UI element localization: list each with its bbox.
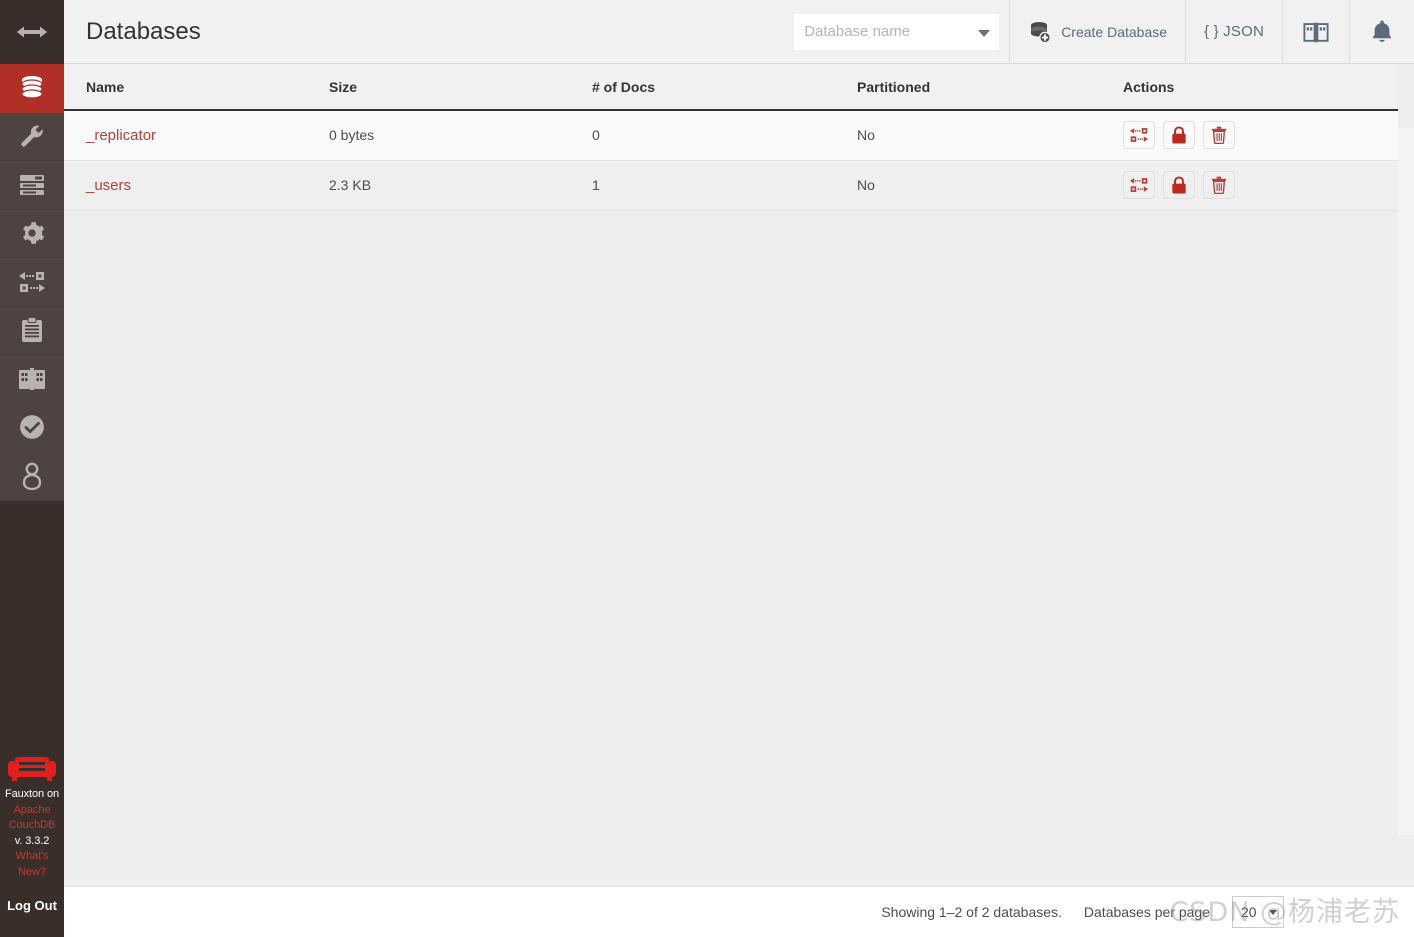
permissions-lock-icon bbox=[1172, 126, 1186, 144]
json-label: { } JSON bbox=[1204, 23, 1264, 40]
delete-trash-icon bbox=[1211, 176, 1227, 194]
cell-partitioned: No bbox=[857, 110, 1123, 161]
col-header-actions: Actions bbox=[1123, 64, 1398, 111]
replicate-button[interactable] bbox=[1123, 171, 1155, 199]
fauxton-app: Fauxton on Apache CouchDB v. 3.3.2 What'… bbox=[0, 0, 1414, 937]
page-title: Databases bbox=[86, 17, 201, 45]
main-area: Databases Create Database bbox=[64, 0, 1414, 937]
documentation-button[interactable] bbox=[1283, 0, 1350, 63]
sidebar-item-configuration[interactable] bbox=[0, 209, 64, 258]
table-row: _users 2.3 KB 1 No bbox=[64, 160, 1398, 211]
sidebar-item-active-tasks[interactable] bbox=[0, 161, 64, 210]
delete-button[interactable] bbox=[1203, 121, 1235, 150]
brand-product: Fauxton on bbox=[4, 788, 60, 800]
whats-new-link[interactable]: What's New? bbox=[4, 849, 60, 880]
sidebar-item-verify[interactable] bbox=[0, 403, 64, 452]
per-page-label: Databases per page bbox=[1083, 904, 1210, 920]
replicate-icon bbox=[1130, 128, 1148, 143]
cell-name: _users bbox=[64, 160, 329, 211]
cell-actions bbox=[1123, 110, 1398, 161]
col-header-docs: # of Docs bbox=[592, 64, 857, 111]
sidebar-nav bbox=[0, 64, 64, 501]
per-page-select[interactable]: 20 bbox=[1232, 896, 1284, 928]
cell-actions bbox=[1123, 160, 1398, 211]
databases-table: Name Size # of Docs Partitioned Actions … bbox=[64, 64, 1398, 211]
permissions-button[interactable] bbox=[1163, 121, 1195, 150]
couch-logo bbox=[4, 747, 60, 787]
table-head: Name Size # of Docs Partitioned Actions bbox=[64, 64, 1398, 111]
sidebar-item-docs[interactable] bbox=[0, 355, 64, 404]
server-bars-icon bbox=[20, 174, 44, 195]
cell-name: _replicator bbox=[64, 110, 329, 161]
showing-count: Showing 1–2 of 2 databases. bbox=[881, 904, 1062, 920]
table-body: _replicator 0 bytes 0 No _users 2.3 KB 1… bbox=[64, 110, 1398, 211]
logout-button[interactable]: Log Out bbox=[4, 880, 60, 933]
col-header-size: Size bbox=[329, 64, 592, 111]
cell-size: 0 bytes bbox=[329, 110, 592, 161]
search-input[interactable] bbox=[794, 13, 1000, 50]
sidebar-spacer bbox=[0, 500, 64, 747]
databases-table-wrap: Name Size # of Docs Partitioned Actions … bbox=[64, 64, 1398, 211]
couch-icon bbox=[8, 757, 56, 781]
notifications-button[interactable] bbox=[1350, 0, 1414, 63]
sidebar-item-setup[interactable] bbox=[0, 112, 64, 161]
col-header-name: Name bbox=[64, 64, 329, 111]
database-link[interactable]: _replicator bbox=[86, 127, 156, 144]
replication-arrows-icon bbox=[19, 271, 45, 292]
header-bar: Databases Create Database bbox=[64, 0, 1414, 64]
arrows-horizontal-icon bbox=[17, 26, 47, 38]
table-row: _replicator 0 bytes 0 No bbox=[64, 110, 1398, 161]
create-database-button[interactable]: Create Database bbox=[1010, 0, 1187, 63]
databases-content: Name Size # of Docs Partitioned Actions … bbox=[64, 64, 1414, 886]
table-header-row: Name Size # of Docs Partitioned Actions bbox=[64, 64, 1398, 111]
cell-partitioned: No bbox=[857, 160, 1123, 211]
json-button[interactable]: { } JSON bbox=[1186, 0, 1283, 63]
brand-version: v. 3.3.2 bbox=[14, 834, 50, 847]
user-icon bbox=[22, 462, 42, 490]
replicate-button[interactable] bbox=[1123, 121, 1155, 150]
sidebar-brand: Fauxton on Apache CouchDB v. 3.3.2 What'… bbox=[4, 787, 60, 880]
permissions-lock-icon bbox=[1172, 176, 1186, 194]
gear-icon bbox=[23, 222, 45, 245]
wrench-icon bbox=[21, 125, 43, 147]
delete-button[interactable] bbox=[1203, 171, 1235, 199]
col-header-partitioned: Partitioned bbox=[857, 64, 1123, 111]
database-search[interactable] bbox=[794, 13, 1000, 50]
brand-project-link[interactable]: Apache CouchDB bbox=[4, 803, 60, 834]
chevron-down-icon bbox=[1269, 909, 1277, 915]
row-actions bbox=[1123, 171, 1398, 199]
open-book-icon bbox=[19, 367, 45, 390]
database-search-wrap bbox=[794, 0, 1011, 63]
sidebar-item-replication[interactable] bbox=[0, 258, 64, 307]
cell-docs: 0 bbox=[592, 110, 857, 161]
cell-docs: 1 bbox=[592, 160, 857, 211]
sidebar-item-account[interactable] bbox=[0, 452, 64, 501]
create-database-label: Create Database bbox=[1061, 23, 1168, 40]
table-footer-bar: Showing 1–2 of 2 databases. Databases pe… bbox=[64, 886, 1414, 937]
database-icon bbox=[21, 75, 43, 99]
sidebar: Fauxton on Apache CouchDB v. 3.3.2 What'… bbox=[0, 0, 64, 937]
sidebar-item-databases[interactable] bbox=[0, 64, 64, 113]
database-plus-icon bbox=[1031, 21, 1052, 43]
scrollbar-track[interactable] bbox=[1398, 128, 1414, 835]
cell-size: 2.3 KB bbox=[329, 160, 592, 211]
sidebar-footer: Fauxton on Apache CouchDB v. 3.3.2 What'… bbox=[0, 747, 64, 937]
delete-trash-icon bbox=[1211, 126, 1227, 145]
row-actions bbox=[1123, 121, 1398, 150]
per-page-value: 20 bbox=[1241, 904, 1257, 920]
open-book-icon bbox=[1303, 22, 1329, 42]
database-link[interactable]: _users bbox=[86, 177, 131, 194]
check-circle-icon bbox=[20, 415, 44, 440]
bell-icon bbox=[1372, 20, 1392, 42]
replicate-icon bbox=[1130, 178, 1148, 192]
sidebar-item-documents[interactable] bbox=[0, 306, 64, 355]
sidebar-toggle-button[interactable] bbox=[0, 0, 64, 64]
permissions-button[interactable] bbox=[1163, 171, 1195, 199]
clipboard-icon bbox=[22, 317, 42, 343]
